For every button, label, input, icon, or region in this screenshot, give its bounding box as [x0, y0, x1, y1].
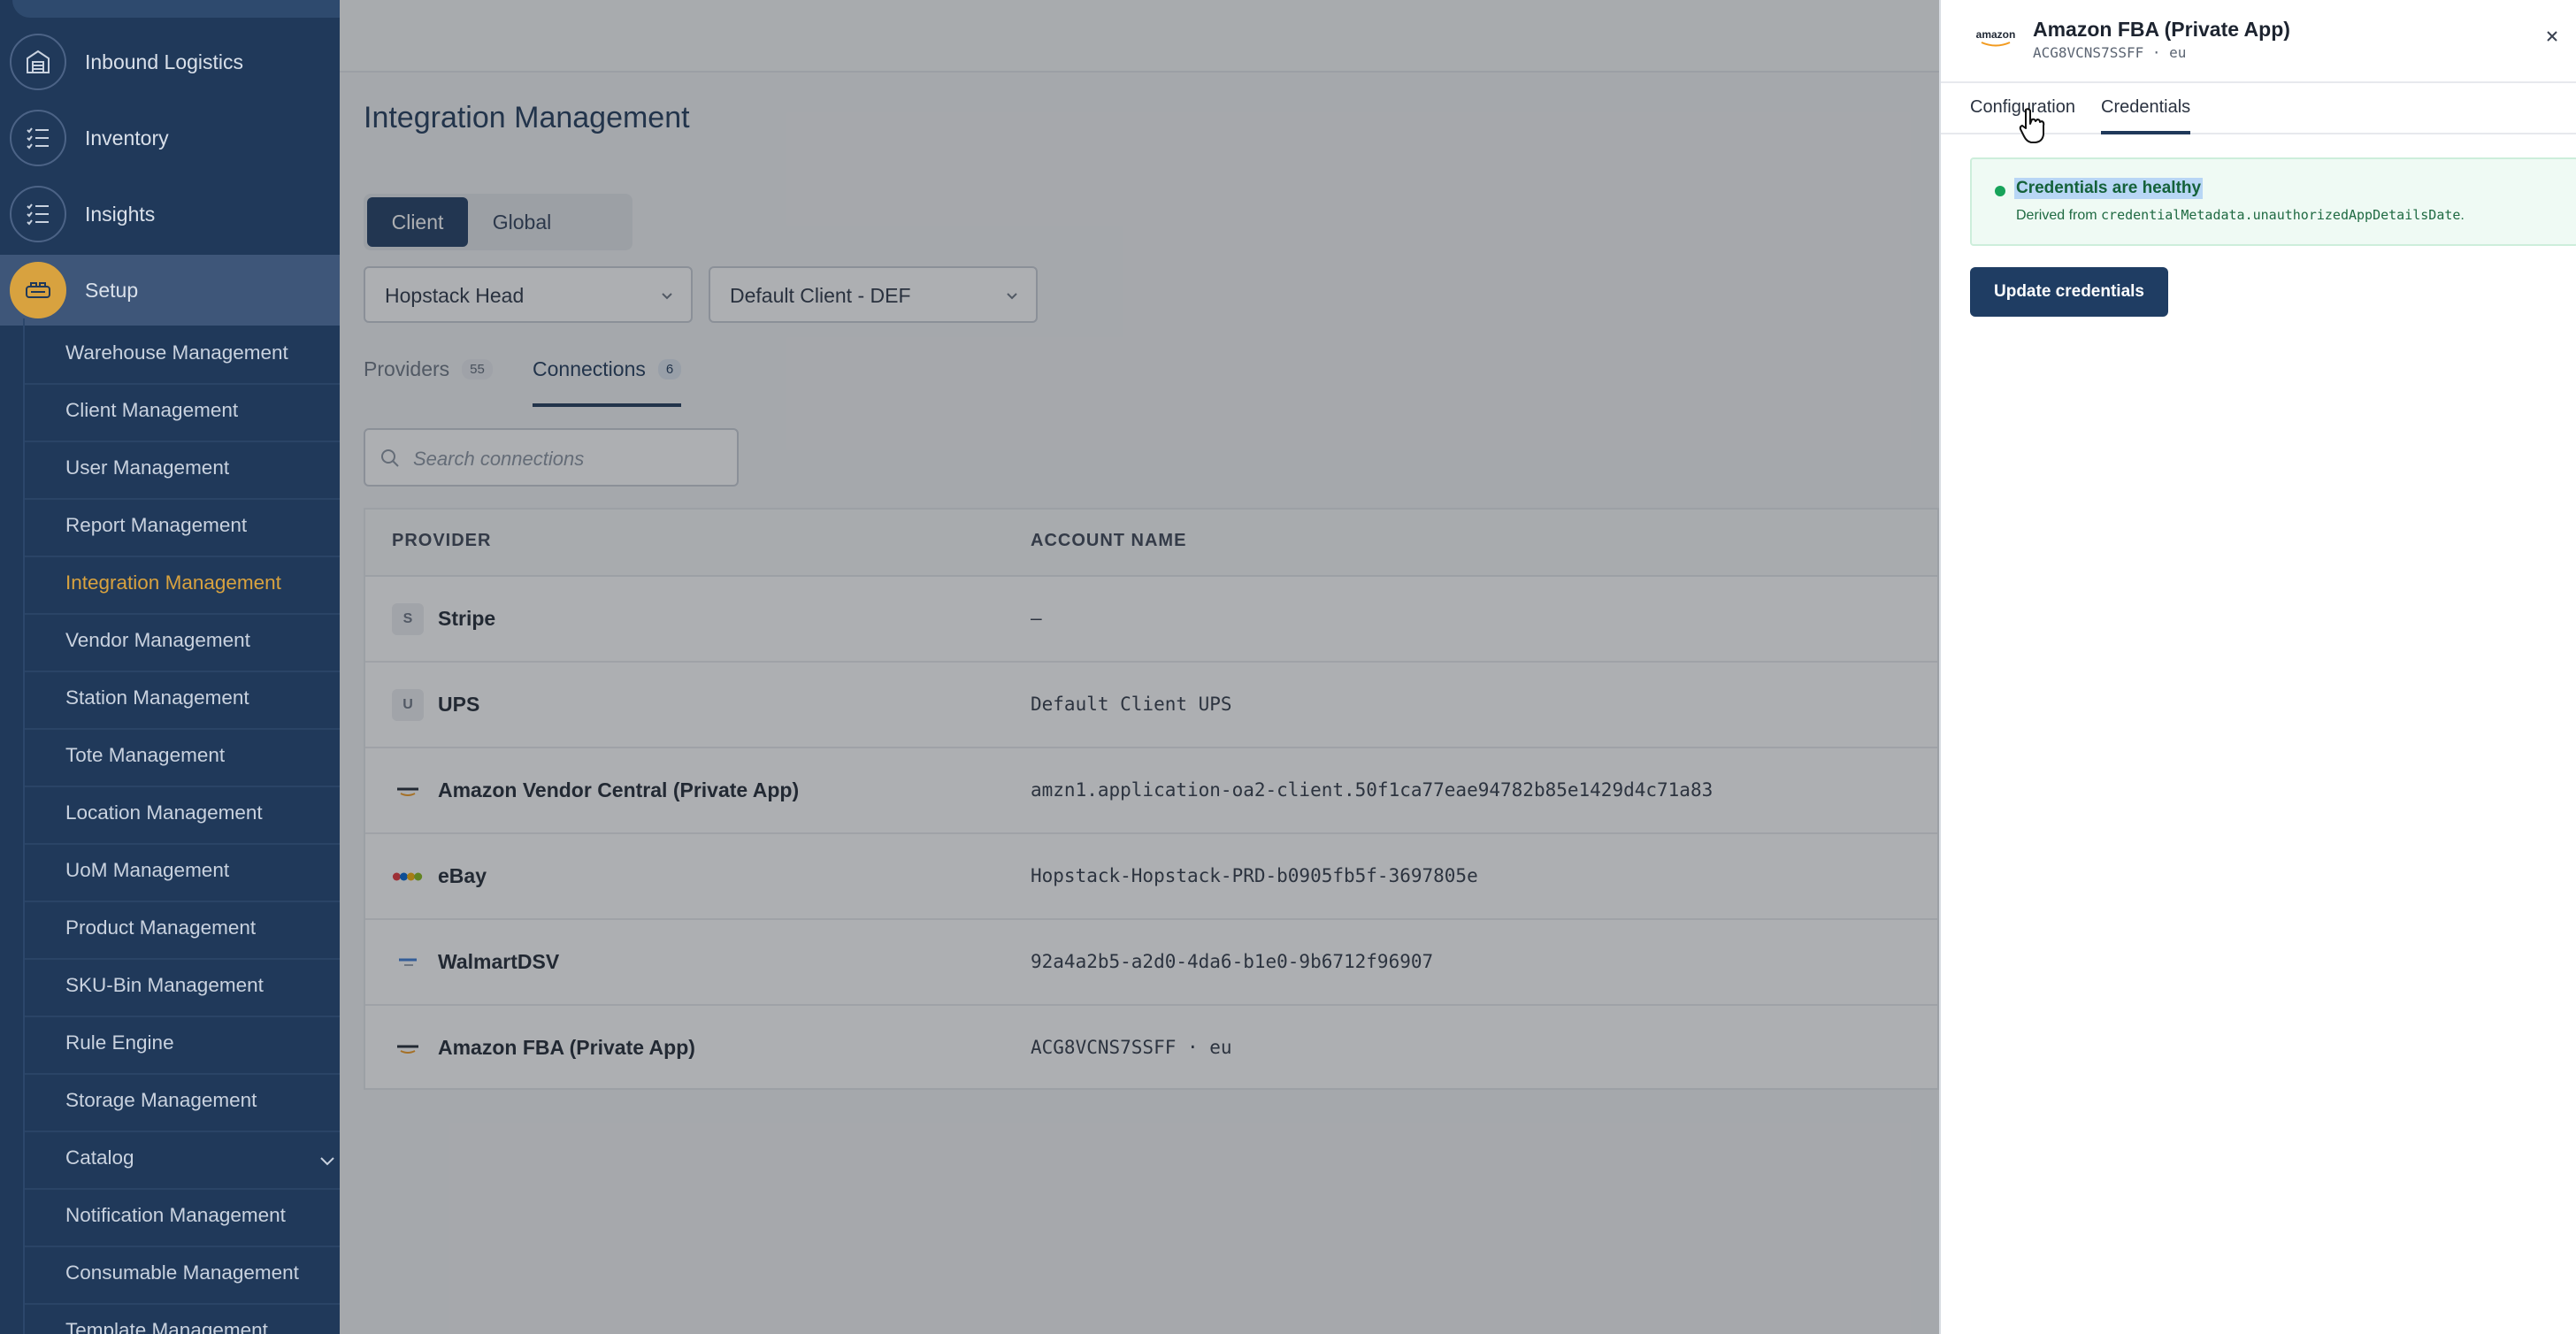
alert-desc-code: credentialMetadata.unauthorizedAppDetail…	[2101, 207, 2461, 223]
sidebar-top-item[interactable]	[0, 0, 340, 18]
credentials-status-alert: Credentials are healthy Derived from cre…	[1970, 157, 2576, 246]
hand-cursor-icon	[2019, 108, 2045, 143]
sidebar-subitem-label: Catalog	[65, 1146, 134, 1169]
sidebar-subitem-vendor-management[interactable]: Vendor Management	[25, 615, 340, 672]
sidebar-subitem-label: Consumable Management	[65, 1261, 299, 1284]
alert-desc-prefix: Derived from	[2016, 208, 2102, 223]
drawer-title: Amazon FBA (Private App)	[2033, 18, 2290, 41]
checklist-icon	[10, 186, 66, 242]
checklist-icon	[10, 110, 66, 166]
alert-description: Derived from credentialMetadata.unauthor…	[2016, 207, 2465, 224]
sidebar-subitem-label: Integration Management	[65, 571, 281, 594]
sidebar-item-inbound-logistics[interactable]: Inbound Logistics	[0, 27, 340, 97]
alert-desc-suffix: .	[2460, 208, 2465, 223]
connection-detail-drawer: amazon Amazon FBA (Private App) ACG8VCNS…	[1939, 0, 2576, 1334]
sidebar-subitem-station-management[interactable]: Station Management	[25, 672, 340, 730]
alert-title: Credentials are healthy	[2014, 178, 2204, 199]
sidebar-subitem-label: Storage Management	[65, 1089, 257, 1111]
sidebar-subitem-client-management[interactable]: Client Management	[25, 385, 340, 442]
sidebar-subitem-label: Notification Management	[65, 1204, 286, 1226]
sidebar-subitem-label: Client Management	[65, 399, 239, 421]
sidebar-subitem-label: Station Management	[65, 686, 249, 709]
sidebar-subitem-consumable-management[interactable]: Consumable Management	[25, 1247, 340, 1305]
sidebar-item-inventory[interactable]: Inventory	[0, 103, 340, 173]
sidebar-subitem-uom-management[interactable]: UoM Management	[25, 845, 340, 902]
sidebar-item-label: Inventory	[85, 126, 169, 150]
tab-credentials[interactable]: Credentials	[2101, 97, 2191, 134]
drawer-header: amazon Amazon FBA (Private App) ACG8VCNS…	[1941, 0, 2576, 83]
sidebar-subitem-rule-engine[interactable]: Rule Engine	[25, 1017, 340, 1075]
sidebar-subitem-catalog[interactable]: Catalog	[25, 1132, 340, 1190]
sidebar-subitem-warehouse-management[interactable]: Warehouse Management	[25, 327, 340, 385]
sidebar-subitem-notification-management[interactable]: Notification Management	[25, 1190, 340, 1247]
sidebar-subitem-label: Rule Engine	[65, 1031, 174, 1054]
sidebar-subitem-label: User Management	[65, 456, 230, 479]
sidebar-item-label: Setup	[85, 278, 139, 302]
sidebar-subitem-label: Template Management	[65, 1319, 268, 1334]
sidebar-subitem-product-management[interactable]: Product Management	[25, 902, 340, 960]
amazon-logo-icon: amazon	[1976, 28, 2016, 47]
sidebar-subitem-tote-management[interactable]: Tote Management	[25, 730, 340, 787]
sidebar-subitem-storage-management[interactable]: Storage Management	[25, 1075, 340, 1132]
sidebar-subitem-label: SKU-Bin Management	[65, 974, 264, 996]
sidebar-subitem-user-management[interactable]: User Management	[25, 442, 340, 500]
status-dot	[1995, 186, 2005, 196]
sidebar-subitem-integration-management[interactable]: Integration Management	[25, 557, 340, 615]
sidebar: Inbound Logistics Inventory Insights Set…	[0, 0, 340, 1334]
sidebar-subitem-report-management[interactable]: Report Management	[25, 500, 340, 557]
sidebar-subitem-label: Tote Management	[65, 744, 226, 766]
sidebar-item-insights[interactable]: Insights	[0, 179, 340, 249]
sidebar-subitem-label: Vendor Management	[65, 629, 250, 651]
amazon-logo-text: amazon	[1976, 28, 2016, 41]
close-icon[interactable]	[2541, 25, 2564, 48]
sidebar-item-label: Insights	[85, 202, 156, 226]
sidebar-subitem-template-management[interactable]: Template Management	[25, 1305, 340, 1334]
chevron-down-icon	[320, 1157, 334, 1166]
sidebar-subitem-label: Product Management	[65, 916, 257, 939]
update-credentials-button[interactable]: Update credentials	[1970, 267, 2168, 317]
warehouse-icon	[10, 34, 66, 90]
modal-backdrop[interactable]	[340, 0, 1939, 1334]
sidebar-item-setup[interactable]: Setup	[0, 255, 340, 326]
sidebar-subitem-label: Report Management	[65, 514, 248, 536]
sidebar-subitem-label: Warehouse Management	[65, 341, 288, 364]
sidebar-subitem-sku-bin-management[interactable]: SKU-Bin Management	[25, 960, 340, 1017]
sidebar-subitem-label: UoM Management	[65, 859, 230, 881]
sidebar-subitem-label: Location Management	[65, 801, 263, 824]
setup-icon	[10, 262, 66, 318]
drawer-subtitle: ACG8VCNS7SSFF · eu	[2033, 44, 2187, 61]
sidebar-subitem-location-management[interactable]: Location Management	[25, 787, 340, 845]
sidebar-item-label: Inbound Logistics	[85, 50, 244, 73]
